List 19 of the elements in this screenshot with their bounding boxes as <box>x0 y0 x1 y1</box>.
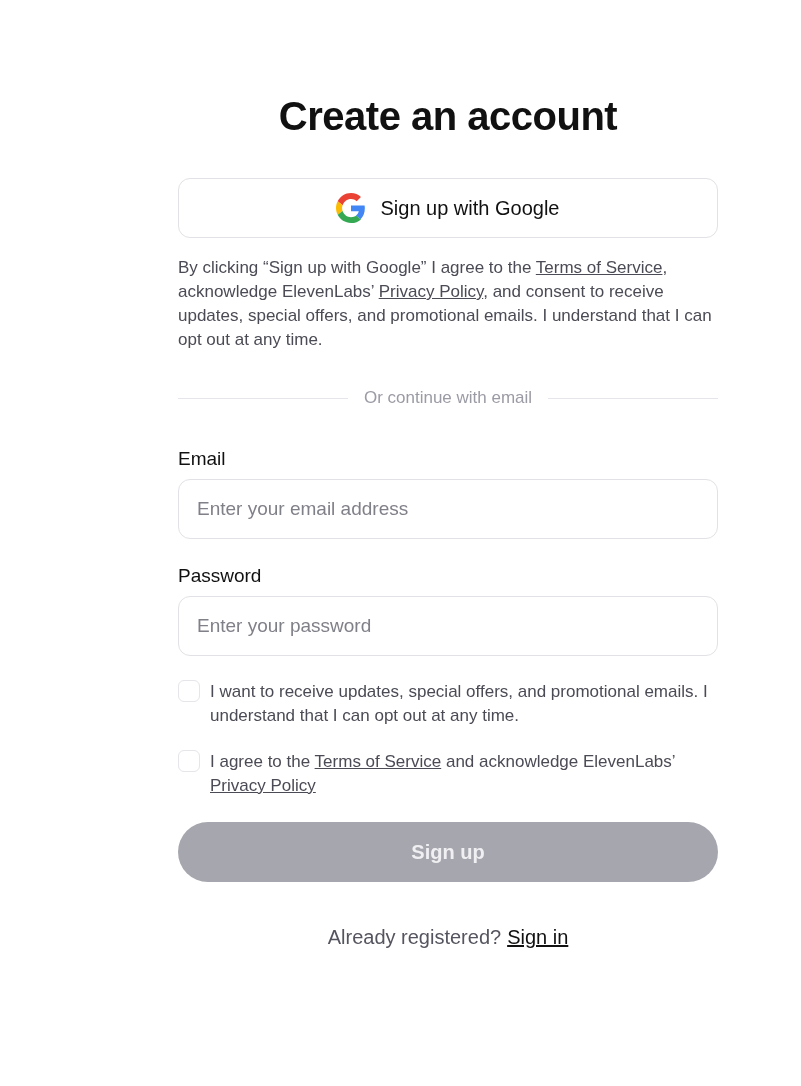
link[interactable]: Privacy Policy <box>378 282 484 301</box>
field-label: Email <box>178 448 227 470</box>
checkbox-label: I agree to the Terms of Service and acknowledge ElevenLabs’ Privacy Policy <box>210 751 676 797</box>
terms-notice: By clicking “Sign up with Google” I agree to the Terms of Service, acknowledge ElevenLabs’ Privacy Policy, and consent to receive updates, special offers, and promotional emails. I understand that I can opt out at any time. <box>178 257 713 351</box>
checkbox-label: I want to receive updates, special offers, and promotional emails. I understand that I can opt out at any time. <box>210 681 709 727</box>
checkbox[interactable] <box>178 680 200 702</box>
password-field[interactable]: Enter your password <box>178 596 718 656</box>
page-title: Create an account <box>277 93 619 140</box>
email-field[interactable]: Enter your email address <box>178 479 718 539</box>
link[interactable]: Terms of Service <box>314 752 442 771</box>
link[interactable]: Terms of Service <box>535 258 663 277</box>
google-signup-button[interactable]: Sign up with Google <box>178 178 718 238</box>
signin-prompt: Already registered? <box>327 926 502 949</box>
signin-link[interactable]: Sign in <box>507 926 569 949</box>
link[interactable]: Privacy Policy <box>210 776 316 795</box>
google-icon <box>336 193 367 223</box>
field-label: Password <box>178 565 263 587</box>
divider-label: Or continue with email <box>363 388 533 408</box>
checkbox[interactable] <box>178 750 200 772</box>
